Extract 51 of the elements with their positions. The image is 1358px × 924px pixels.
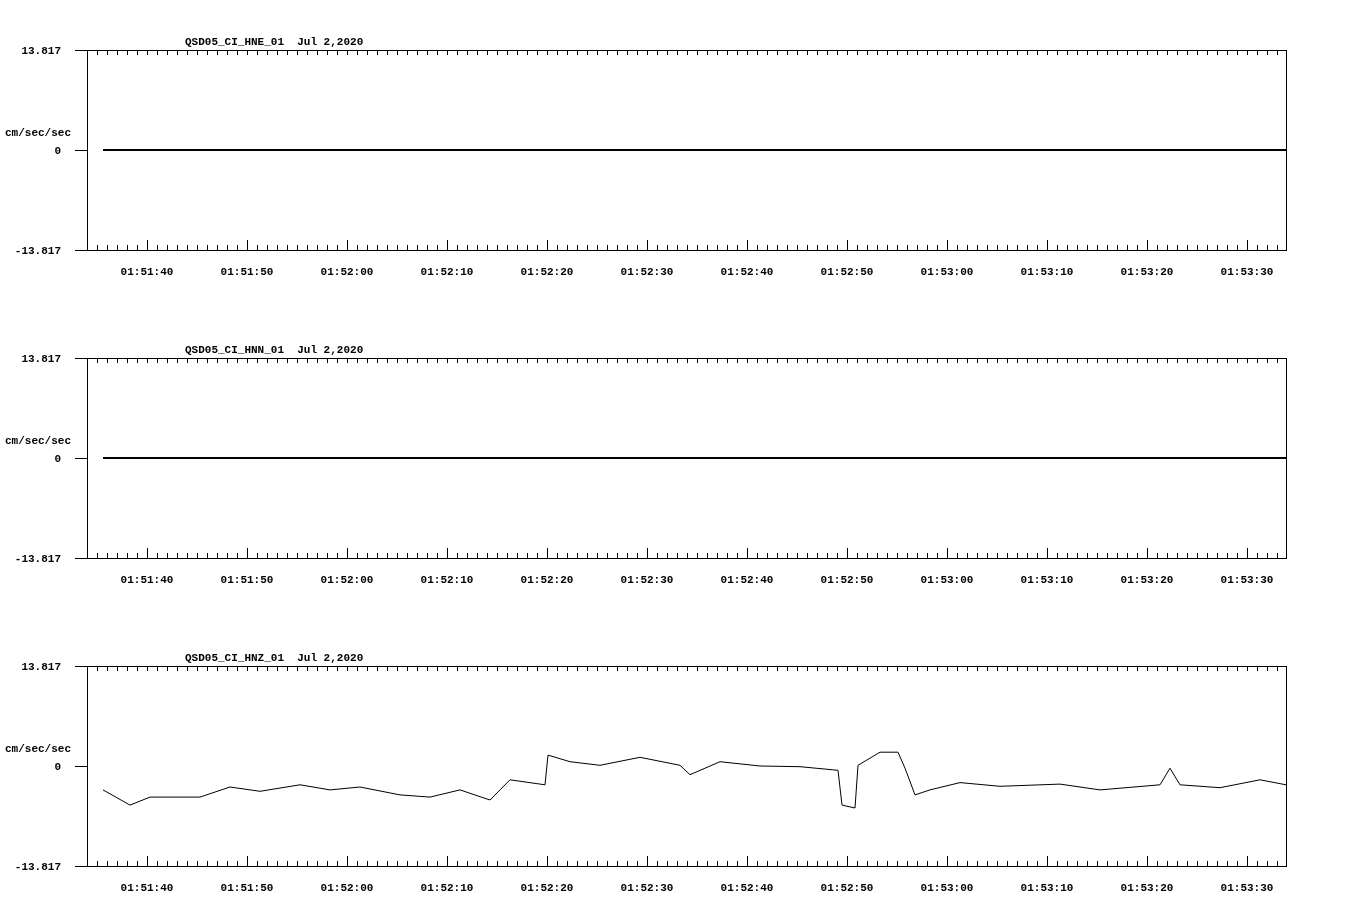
x-tick-label: 01:52:30 [620,574,674,586]
y-axis-label: cm/sec/sec [5,743,71,755]
x-tick-label: 01:53:00 [920,266,974,278]
x-tick-label: 01:51:40 [120,266,174,278]
x-tick-label: 01:53:30 [1220,574,1274,586]
x-tick-label: 01:53:10 [1020,266,1074,278]
y-axis-label: cm/sec/sec [5,435,71,447]
x-tick-label: 01:53:30 [1220,266,1274,278]
x-tick-label: 01:52:40 [720,574,774,586]
x-tick-label: 01:53:10 [1020,882,1074,894]
x-tick-label: 01:52:20 [520,574,574,586]
x-tick-label: 01:52:30 [620,266,674,278]
x-tick-label: 01:53:30 [1220,882,1274,894]
chart-title: QSD05_CI_HNE_01 Jul 2,2020 [185,36,364,48]
x-tick-label: 01:51:50 [220,882,274,894]
y-tick-label: 0 [54,145,61,157]
x-tick-label: 01:52:30 [620,882,674,894]
y-tick-label: 13.817 [21,45,61,57]
y-tick-label: 13.817 [21,353,61,365]
x-tick-label: 01:53:20 [1120,574,1174,586]
chart-title: QSD05_CI_HNN_01 Jul 2,2020 [185,344,364,356]
x-tick-label: 01:53:20 [1120,266,1174,278]
x-tick-label: 01:52:50 [820,574,874,586]
x-tick-label: 01:51:40 [120,574,174,586]
x-tick-label: 01:52:10 [420,266,474,278]
x-tick-label: 01:52:20 [520,882,574,894]
x-tick-label: 01:53:00 [920,574,974,586]
x-tick-label: 01:52:50 [820,266,874,278]
x-tick-label: 01:51:50 [220,574,274,586]
x-tick-label: 01:52:40 [720,266,774,278]
x-tick-label: 01:52:10 [420,882,474,894]
x-tick-label: 01:52:00 [320,882,374,894]
y-tick-label: 0 [54,761,61,773]
x-tick-label: 01:52:20 [520,266,574,278]
y-axis-label: cm/sec/sec [5,127,71,139]
chart-title: QSD05_CI_HNZ_01 Jul 2,2020 [185,652,364,664]
y-tick-label: -13.817 [14,553,61,565]
x-tick-label: 01:53:00 [920,882,974,894]
x-tick-label: 01:52:40 [720,882,774,894]
y-tick-label: -13.817 [14,861,61,873]
x-tick-label: 01:53:10 [1020,574,1074,586]
y-tick-label: -13.817 [14,245,61,257]
x-tick-label: 01:52:00 [320,574,374,586]
y-tick-label: 13.817 [21,661,61,673]
x-tick-label: 01:52:50 [820,882,874,894]
x-tick-label: 01:52:00 [320,266,374,278]
y-tick-label: 0 [54,453,61,465]
x-tick-label: 01:53:20 [1120,882,1174,894]
x-tick-label: 01:51:40 [120,882,174,894]
x-tick-label: 01:51:50 [220,266,274,278]
x-tick-label: 01:52:10 [420,574,474,586]
